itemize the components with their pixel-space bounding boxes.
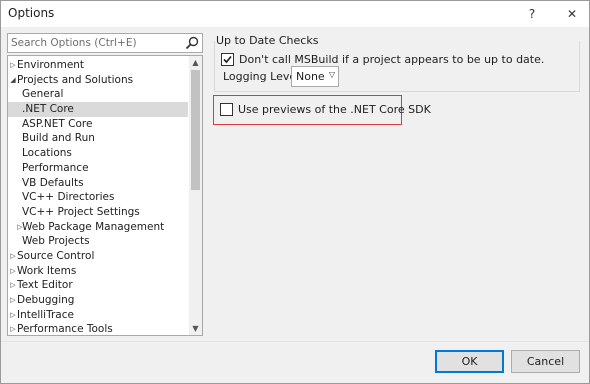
tree-item-label: IntelliTrace <box>17 308 74 321</box>
tree-item-label: Text Editor <box>17 279 73 292</box>
tree-item-label: VB Defaults <box>22 176 84 189</box>
dont-call-msbuild-label: Don't call MSBuild if a project appears … <box>239 53 545 66</box>
tree-item-label: Web Projects <box>22 235 90 248</box>
dont-call-msbuild-option[interactable]: Don't call MSBuild if a project appears … <box>221 53 544 66</box>
collapsed-arrow-icon[interactable]: ▷ <box>9 264 17 279</box>
group-title: Up to Date Checks <box>216 34 319 47</box>
tree-item[interactable]: ▷ Web Package Management <box>8 220 188 235</box>
tree-item[interactable]: Locations <box>8 146 188 161</box>
tree-item-label: Locations <box>22 147 72 160</box>
tree-item-label: Projects and Solutions <box>17 73 134 86</box>
search-icon[interactable] <box>184 35 200 51</box>
checkmark-icon <box>223 55 232 64</box>
collapsed-arrow-icon[interactable]: ▷ <box>9 278 17 293</box>
tree-item[interactable]: ◢ Projects and Solutions <box>8 73 188 88</box>
tree-item[interactable]: ▷ Text Editor <box>8 278 188 293</box>
close-icon: ✕ <box>566 7 578 21</box>
options-dialog: Options ? ✕ ▷Environment◢Projects and So… <box>0 0 590 384</box>
tree-item[interactable]: VC++ Directories <box>8 190 188 205</box>
tree-item[interactable]: Performance <box>8 161 188 176</box>
tree-list: ▷ Environment ◢ Projects and Solutions Gener… <box>8 58 188 336</box>
use-previews-label: Use previews of the .NET Core SDK <box>238 103 431 116</box>
tree-item-label: Performance <box>22 161 89 174</box>
logging-level-value: None <box>296 70 325 83</box>
scroll-down-arrow-icon[interactable]: ▼ <box>189 322 202 335</box>
tree-item-label: Performance Tools <box>17 323 113 336</box>
tree-item[interactable]: ▷ Work Items <box>8 264 188 279</box>
chevron-down-icon: ▽ <box>328 70 335 79</box>
tree-item[interactable]: VB Defaults <box>8 176 188 191</box>
tree-item[interactable]: Build and Run <box>8 131 188 146</box>
use-previews-option[interactable]: Use previews of the .NET Core SDK <box>220 103 431 116</box>
up-to-date-group <box>214 41 580 92</box>
dont-call-msbuild-checkbox[interactable] <box>221 53 234 66</box>
collapsed-arrow-icon[interactable]: ▷ <box>9 293 17 308</box>
tree-item[interactable]: Web Projects <box>8 234 188 249</box>
scroll-up-arrow-icon[interactable]: ▲ <box>189 56 202 69</box>
close-button[interactable]: ✕ <box>555 1 589 27</box>
ok-button-label: OK <box>461 355 478 368</box>
tree-item-label: Environment <box>17 59 85 71</box>
tree-item-label: Source Control <box>17 249 95 262</box>
tree-item-label: .NET Core <box>22 103 74 116</box>
options-tree: ▷ Environment ◢ Projects and Solutions Gener… <box>7 55 203 336</box>
tree-item-label: VC++ Directories <box>22 191 115 204</box>
collapsed-arrow-icon[interactable]: ▷ <box>9 308 17 323</box>
tree-item[interactable]: VC++ Project Settings <box>8 205 188 220</box>
tree-item[interactable]: ▷ IntelliTrace <box>8 308 188 323</box>
tree-item-label: VC++ Project Settings <box>22 205 140 218</box>
collapsed-arrow-icon[interactable]: ▷ <box>9 58 17 73</box>
collapsed-arrow-icon[interactable]: ▷ <box>9 249 17 264</box>
expanded-arrow-icon[interactable]: ◢ <box>9 73 17 88</box>
tree-item[interactable]: ▷ Debugging <box>8 293 188 308</box>
dialog-title: Options <box>8 6 55 20</box>
tree-scrollbar[interactable]: ▲ ▼ <box>189 56 202 335</box>
help-icon: ? <box>528 7 536 21</box>
ok-button[interactable]: OK <box>435 350 504 373</box>
search-input[interactable] <box>11 35 181 51</box>
tree-item[interactable]: General <box>8 87 188 102</box>
tree-item[interactable]: ▷ Source Control <box>8 249 188 264</box>
use-previews-checkbox[interactable] <box>220 103 233 116</box>
tree-item-label: Debugging <box>17 294 75 306</box>
tree-item[interactable]: ASP.NET Core <box>8 117 188 132</box>
tree-item[interactable]: ▷ Performance Tools <box>8 322 188 336</box>
tree-item-label: ASP.NET Core <box>22 117 93 130</box>
tree-item-label: Work Items <box>17 264 77 277</box>
tree-item[interactable]: .NET Core <box>8 102 188 117</box>
cancel-button[interactable]: Cancel <box>511 350 580 373</box>
tree-item-label: General <box>22 88 64 101</box>
search-options-box <box>7 33 203 53</box>
tree-item-label: Build and Run <box>22 132 95 145</box>
tree-item-label: Web Package Management <box>22 220 165 233</box>
tree-item[interactable]: ▷ Environment <box>8 58 188 73</box>
title-bar: Options ? ✕ <box>1 1 589 27</box>
cancel-button-label: Cancel <box>526 355 565 368</box>
help-button[interactable]: ? <box>515 1 549 27</box>
footer-divider <box>1 341 589 342</box>
scrollbar-thumb[interactable] <box>191 70 200 190</box>
logging-level-dropdown[interactable]: None ▽ <box>291 66 339 87</box>
collapsed-arrow-icon[interactable]: ▷ <box>9 322 17 335</box>
